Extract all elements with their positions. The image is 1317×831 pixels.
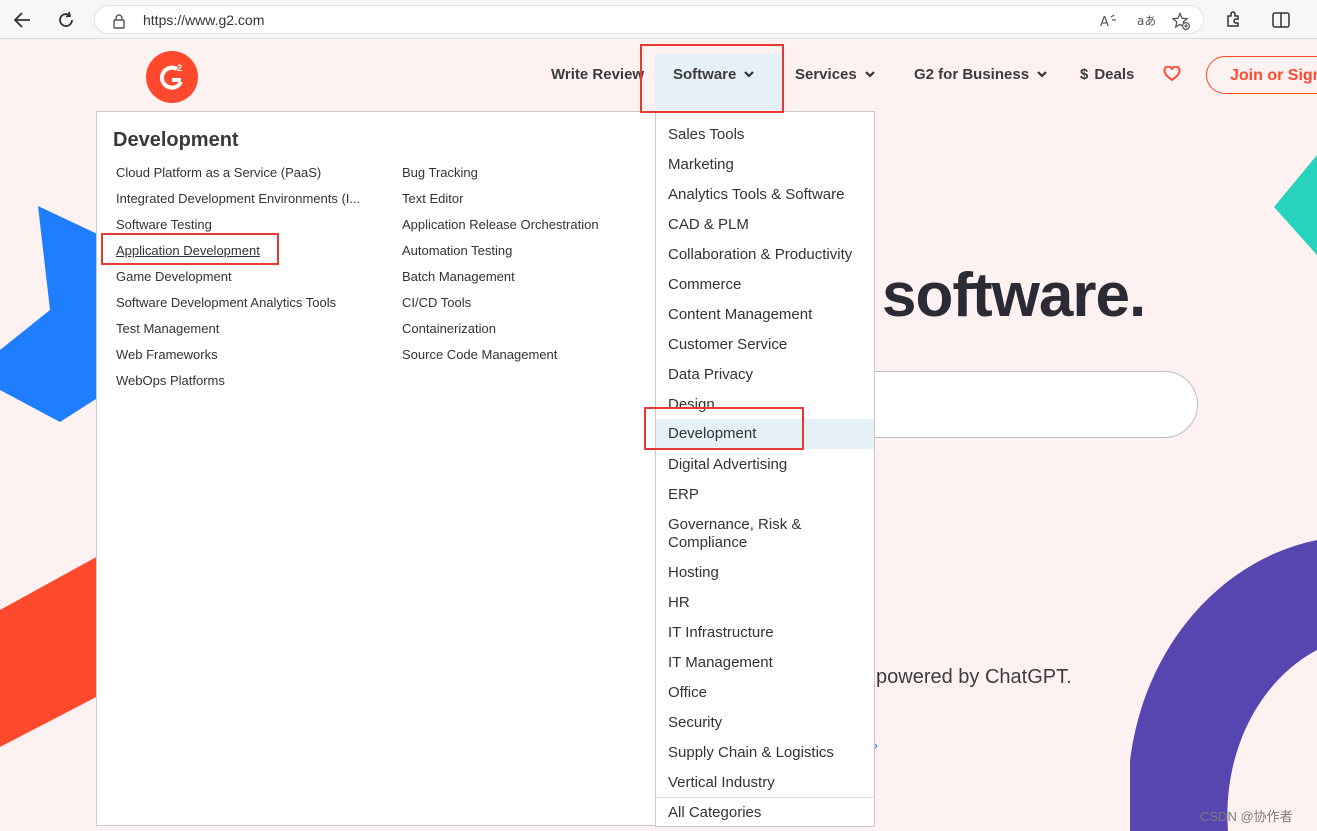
mega-link[interactable]: Bug Tracking [402, 164, 599, 190]
g2-logo[interactable]: 2 G2 [146, 51, 198, 103]
purple-ring-decoration [1130, 540, 1317, 831]
translate-icon[interactable]: aあ [1137, 11, 1157, 31]
mega-link[interactable]: Game Development [116, 268, 360, 294]
annotation-box-application-development [101, 233, 279, 265]
join-or-sign-in-button[interactable]: Join or Sign [1206, 56, 1317, 94]
nav-deals[interactable]: $ Deals [1080, 66, 1134, 83]
mega-link[interactable]: Batch Management [402, 268, 599, 294]
category-item[interactable]: Customer Service [656, 336, 874, 354]
category-item[interactable]: Data Privacy [656, 366, 874, 384]
mega-column-1: Cloud Platform as a Service (PaaS) Integ… [116, 164, 360, 398]
category-item[interactable]: Office [656, 684, 874, 702]
mega-link[interactable]: Test Management [116, 320, 360, 346]
svg-text:2: 2 [177, 63, 182, 73]
mega-link[interactable]: Application Release Orchestration [402, 216, 599, 242]
mega-column-2: Bug Tracking Text Editor Application Rel… [402, 164, 599, 372]
category-item[interactable]: Supply Chain & Logistics [656, 744, 874, 762]
address-bar[interactable]: https://www.g2.com A aあ [94, 5, 1204, 34]
nav-services[interactable]: Services [795, 66, 875, 83]
url-text[interactable]: https://www.g2.com [143, 12, 264, 28]
svg-text:A: A [1100, 15, 1109, 28]
mega-link[interactable]: Integrated Development Environments (I..… [116, 190, 360, 216]
category-item[interactable]: CAD & PLM [656, 216, 874, 234]
annotation-box-software [640, 44, 784, 113]
category-item[interactable]: HR [656, 594, 874, 612]
category-item[interactable]: IT Management [656, 654, 874, 672]
category-item[interactable]: Hosting [656, 564, 874, 582]
mega-link[interactable]: Text Editor [402, 190, 599, 216]
back-arrow-icon[interactable] [9, 7, 35, 33]
chevron-down-icon [864, 71, 875, 78]
extensions-icon[interactable] [1220, 7, 1246, 33]
category-item-continued[interactable]: Compliance [656, 534, 874, 552]
mega-link[interactable]: Automation Testing [402, 242, 599, 268]
category-item[interactable]: Sales Tools [656, 126, 874, 144]
mega-link[interactable]: CI/CD Tools [402, 294, 599, 320]
category-item[interactable]: Content Management [656, 306, 874, 324]
heart-icon[interactable] [1163, 66, 1181, 82]
mega-link[interactable]: Cloud Platform as a Service (PaaS) [116, 164, 360, 190]
blue-shape-decoration [0, 206, 110, 422]
category-item[interactable]: Marketing [656, 156, 874, 174]
dollar-icon: $ [1080, 66, 1089, 83]
category-item[interactable]: Security [656, 714, 874, 732]
category-item[interactable]: Vertical Industry [656, 774, 874, 792]
category-item[interactable]: Collaboration & Productivity [656, 246, 874, 264]
chevron-down-icon [1037, 71, 1047, 78]
category-item[interactable]: IT Infrastructure [656, 624, 874, 642]
nav-g2-for-business[interactable]: G2 for Business [914, 66, 1047, 83]
browser-toolbar: https://www.g2.com A aあ [0, 0, 1317, 39]
reload-icon[interactable] [53, 7, 79, 33]
split-screen-icon[interactable] [1268, 7, 1294, 33]
svg-text:aあ: aあ [1137, 14, 1156, 28]
watermark: CSDN @协作者 [1200, 809, 1293, 824]
read-aloud-icon[interactable]: A [1099, 11, 1119, 31]
hero-search-input[interactable] [820, 371, 1198, 438]
powered-by-text: powered by ChatGPT. [876, 666, 1072, 688]
all-categories-link[interactable]: All Categories [656, 804, 874, 822]
category-item[interactable]: ERP [656, 486, 874, 504]
hero-headline: software. [882, 261, 1146, 330]
category-item[interactable]: Digital Advertising [656, 456, 874, 474]
software-categories-dropdown: Sales Tools Marketing Analytics Tools & … [655, 111, 875, 827]
teal-shape-decoration [1274, 155, 1317, 255]
category-item[interactable]: Commerce [656, 276, 874, 294]
annotation-box-development [644, 407, 804, 450]
favorite-star-icon[interactable] [1171, 11, 1191, 31]
lock-icon[interactable] [109, 11, 129, 31]
mega-link[interactable]: Containerization [402, 320, 599, 346]
development-mega-panel: Development Cloud Platform as a Service … [96, 111, 656, 826]
nav-write-review[interactable]: Write Review [551, 66, 644, 83]
mega-link[interactable]: Web Frameworks [116, 346, 360, 372]
category-item[interactable]: Analytics Tools & Software [656, 186, 874, 204]
orange-shape-decoration [0, 555, 100, 747]
mega-link[interactable]: Source Code Management [402, 346, 599, 372]
category-item[interactable]: Governance, Risk & [656, 516, 874, 534]
mega-link[interactable]: Software Development Analytics Tools [116, 294, 360, 320]
mega-link[interactable]: WebOps Platforms [116, 372, 360, 398]
divider [656, 797, 874, 798]
mega-panel-title: Development [113, 129, 239, 151]
